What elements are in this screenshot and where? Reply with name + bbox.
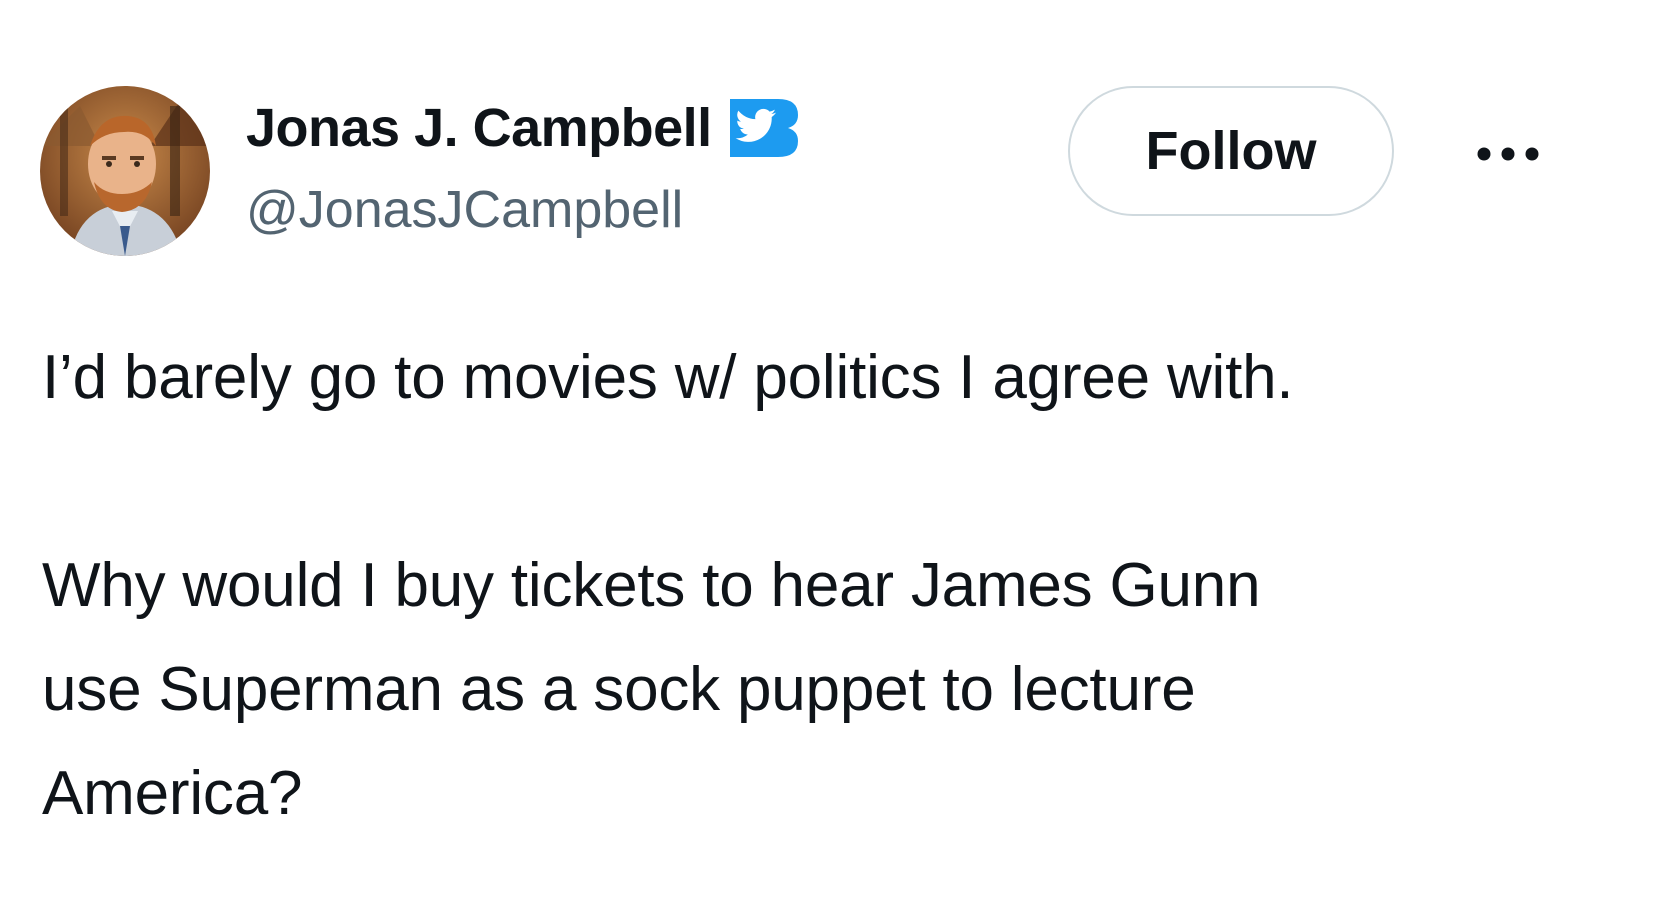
tweet-card: Jonas J. Campbell @JonasJCampbell Follow… bbox=[0, 0, 1664, 908]
avatar-portrait-image bbox=[40, 86, 210, 256]
avatar[interactable] bbox=[40, 86, 210, 256]
author-handle[interactable]: @JonasJCampbell bbox=[246, 180, 683, 240]
display-name[interactable]: Jonas J. Campbell bbox=[246, 97, 712, 159]
tweet-text: I’d barely go to movies w/ politics I ag… bbox=[42, 326, 1622, 846]
tweet-line: Why would I buy tickets to hear James Gu… bbox=[42, 551, 1261, 620]
follow-button[interactable]: Follow bbox=[1068, 86, 1394, 216]
more-options-icon[interactable] bbox=[1468, 126, 1548, 182]
verified-bird-badge-icon[interactable] bbox=[726, 95, 800, 161]
author-name-row: Jonas J. Campbell bbox=[246, 96, 800, 160]
tweet-line: I’d barely go to movies w/ politics I ag… bbox=[42, 343, 1294, 412]
tweet-line: use Superman as a sock puppet to lecture bbox=[42, 655, 1196, 724]
tweet-line: America? bbox=[42, 759, 303, 828]
